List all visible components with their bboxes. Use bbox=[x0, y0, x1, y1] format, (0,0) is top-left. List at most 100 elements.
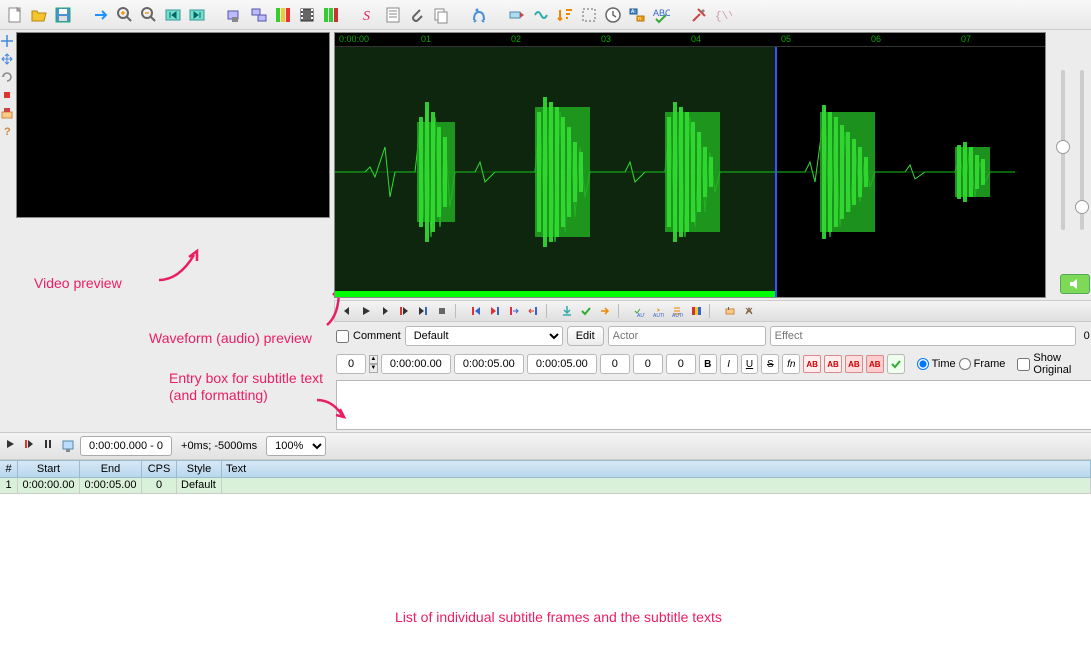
font-button[interactable]: fn bbox=[782, 354, 800, 374]
split-icon[interactable] bbox=[741, 303, 757, 319]
toggle-autoscroll-icon[interactable] bbox=[61, 438, 77, 454]
duration-input[interactable] bbox=[527, 354, 597, 374]
zoom-in-icon[interactable] bbox=[114, 4, 136, 26]
table-row[interactable]: 1 0:00:00.00 0:00:05.00 0 Default bbox=[0, 478, 1091, 494]
subtitle-text-input[interactable] bbox=[336, 380, 1091, 430]
bold-button[interactable]: B bbox=[699, 354, 717, 374]
timing-icon[interactable] bbox=[272, 4, 294, 26]
copy-icon[interactable] bbox=[430, 4, 452, 26]
scale-slider[interactable] bbox=[1080, 70, 1084, 230]
play-video-icon[interactable] bbox=[4, 438, 20, 454]
layer-up[interactable]: ▲ bbox=[369, 355, 378, 364]
frame-radio[interactable] bbox=[959, 358, 971, 370]
margin-l-input[interactable] bbox=[600, 354, 630, 374]
help-icon[interactable]: ? bbox=[0, 124, 14, 138]
auto-next-icon[interactable]: AUTO bbox=[650, 303, 666, 319]
crosshair-icon[interactable] bbox=[0, 34, 14, 48]
resample-icon[interactable] bbox=[530, 4, 552, 26]
col-text[interactable]: Text bbox=[222, 461, 1091, 477]
edit-button[interactable]: Edit bbox=[567, 326, 604, 346]
open-icon[interactable] bbox=[28, 4, 50, 26]
record-icon[interactable] bbox=[0, 88, 14, 102]
underline-button[interactable]: U bbox=[741, 354, 759, 374]
snap-end-icon[interactable] bbox=[525, 303, 541, 319]
macro-icon[interactable]: {\\t} bbox=[712, 4, 734, 26]
shift-times-icon[interactable] bbox=[506, 4, 528, 26]
timing2-icon[interactable] bbox=[320, 4, 342, 26]
color3-button[interactable]: AB bbox=[845, 355, 863, 373]
video-open-icon[interactable] bbox=[224, 4, 246, 26]
rotate-icon[interactable] bbox=[0, 70, 14, 84]
auto-scroll-icon[interactable]: AUTO bbox=[669, 303, 685, 319]
col-start[interactable]: Start bbox=[18, 461, 80, 477]
margin-v-input[interactable] bbox=[666, 354, 696, 374]
commit-text-button[interactable] bbox=[887, 354, 905, 374]
auto-commit-icon[interactable]: AUTO bbox=[631, 303, 647, 319]
video-detach-icon[interactable] bbox=[248, 4, 270, 26]
col-num[interactable]: # bbox=[0, 461, 18, 477]
commit-icon[interactable] bbox=[578, 303, 594, 319]
spellcheck-icon[interactable]: ABC bbox=[650, 4, 672, 26]
waveform-display[interactable]: 0:00:00 01 02 03 04 05 06 07 bbox=[334, 32, 1046, 298]
style-manager-icon[interactable]: S bbox=[358, 4, 380, 26]
next-line-icon[interactable] bbox=[377, 303, 393, 319]
spectrum-icon[interactable] bbox=[688, 303, 704, 319]
play-end-icon[interactable] bbox=[415, 303, 431, 319]
properties-icon[interactable] bbox=[382, 4, 404, 26]
lead-out-icon[interactable] bbox=[487, 303, 503, 319]
show-original-checkbox[interactable] bbox=[1017, 358, 1030, 371]
comment-checkbox[interactable] bbox=[336, 330, 349, 343]
margin-r-input[interactable] bbox=[633, 354, 663, 374]
automation-icon[interactable] bbox=[468, 4, 490, 26]
commit-stay-icon[interactable] bbox=[559, 303, 575, 319]
jump-start-icon[interactable] bbox=[162, 4, 184, 26]
end-time-input[interactable] bbox=[454, 354, 524, 374]
save-icon[interactable] bbox=[52, 4, 74, 26]
strike-button[interactable]: S bbox=[761, 354, 779, 374]
grid-body[interactable]: List of individual subtitle frames and t… bbox=[0, 494, 1091, 668]
snap-start-icon[interactable] bbox=[506, 303, 522, 319]
zoom-slider[interactable] bbox=[1061, 70, 1065, 230]
attach-icon[interactable] bbox=[406, 4, 428, 26]
color4-button[interactable]: AB bbox=[866, 355, 884, 373]
select-icon[interactable] bbox=[578, 4, 600, 26]
col-style[interactable]: Style bbox=[177, 461, 222, 477]
move-icon[interactable] bbox=[0, 52, 14, 66]
svg-text:?: ? bbox=[4, 126, 11, 138]
zoom-out-icon[interactable] bbox=[138, 4, 160, 26]
tools-icon[interactable] bbox=[688, 4, 710, 26]
pause-icon[interactable] bbox=[42, 438, 58, 454]
sort-icon[interactable] bbox=[554, 4, 576, 26]
zoom-select[interactable]: 100% bbox=[266, 436, 326, 456]
play-start-icon[interactable] bbox=[396, 303, 412, 319]
film-icon[interactable] bbox=[296, 4, 318, 26]
lead-in-icon[interactable] bbox=[468, 303, 484, 319]
actor-input[interactable] bbox=[608, 326, 766, 346]
italic-button[interactable]: I bbox=[720, 354, 738, 374]
start-time-input[interactable] bbox=[381, 354, 451, 374]
time-radio[interactable] bbox=[917, 358, 929, 370]
video-preview[interactable] bbox=[16, 32, 330, 218]
new-icon[interactable] bbox=[4, 4, 26, 26]
col-cps[interactable]: CPS bbox=[142, 461, 177, 477]
playback-cursor bbox=[775, 47, 777, 297]
right-panel: 0:00:00 01 02 03 04 05 06 07 bbox=[332, 30, 1091, 432]
effect-input[interactable] bbox=[770, 326, 1076, 346]
layer-input[interactable] bbox=[336, 354, 366, 374]
play-line-icon[interactable] bbox=[23, 438, 39, 454]
style-select[interactable]: Default bbox=[405, 326, 563, 346]
speaker-button[interactable] bbox=[1060, 274, 1090, 294]
color2-button[interactable]: AB bbox=[824, 355, 842, 373]
jump-end-icon[interactable] bbox=[186, 4, 208, 26]
karaoke-icon[interactable] bbox=[722, 303, 738, 319]
stop-icon[interactable] bbox=[434, 303, 450, 319]
play-icon[interactable] bbox=[358, 303, 374, 319]
go-icon[interactable] bbox=[597, 303, 613, 319]
color1-button[interactable]: AB bbox=[803, 355, 821, 373]
layer-down[interactable]: ▼ bbox=[369, 364, 378, 373]
clock-icon[interactable] bbox=[602, 4, 624, 26]
scale-icon[interactable] bbox=[0, 106, 14, 120]
redo-icon[interactable] bbox=[90, 4, 112, 26]
col-end[interactable]: End bbox=[80, 461, 142, 477]
keyframe-icon[interactable]: An bbox=[626, 4, 648, 26]
